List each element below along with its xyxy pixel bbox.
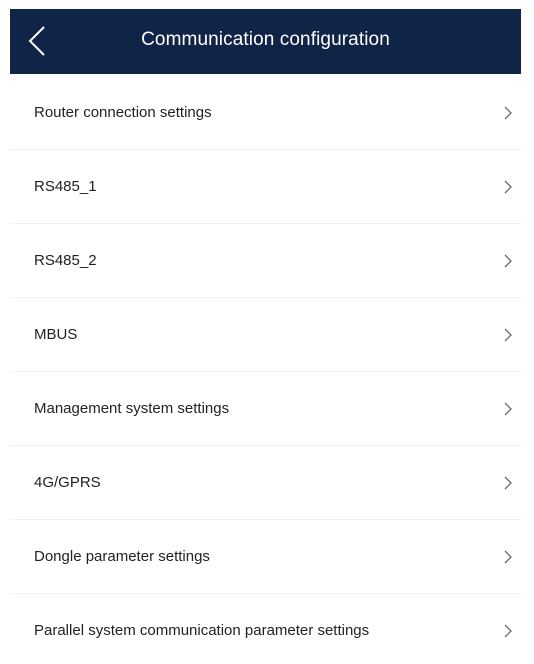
settings-item-rs485-2[interactable]: RS485_2 xyxy=(10,224,521,298)
communication-configuration-screen: Communication configuration Router conne… xyxy=(0,0,534,664)
settings-item-rs485-1[interactable]: RS485_1 xyxy=(10,150,521,224)
settings-item-router-connection[interactable]: Router connection settings xyxy=(10,76,521,150)
chevron-right-icon xyxy=(503,401,513,417)
chevron-right-icon xyxy=(503,475,513,491)
settings-item-label: RS485_1 xyxy=(34,178,97,195)
chevron-right-icon xyxy=(503,623,513,639)
chevron-right-icon xyxy=(503,179,513,195)
settings-item-mbus[interactable]: MBUS xyxy=(10,298,521,372)
app-header: Communication configuration xyxy=(10,9,521,74)
chevron-right-icon xyxy=(503,105,513,121)
settings-item-dongle-parameters[interactable]: Dongle parameter settings xyxy=(10,520,521,594)
settings-item-label: Management system settings xyxy=(34,400,230,417)
settings-list: Router connection settings RS485_1 RS485… xyxy=(10,76,521,664)
settings-item-management-system[interactable]: Management system settings xyxy=(10,372,521,446)
settings-item-label: 4G/GPRS xyxy=(34,474,101,491)
settings-item-label: RS485_2 xyxy=(34,252,97,269)
chevron-right-icon xyxy=(503,253,513,269)
settings-item-label: MBUS xyxy=(34,326,78,343)
page-title: Communication configuration xyxy=(141,29,390,50)
settings-item-label: Parallel system communication parameter … xyxy=(34,622,370,639)
chevron-right-icon xyxy=(503,549,513,565)
settings-item-parallel-system-communication[interactable]: Parallel system communication parameter … xyxy=(10,594,521,664)
chevron-right-icon xyxy=(503,327,513,343)
settings-item-4g-gprs[interactable]: 4G/GPRS xyxy=(10,446,521,520)
settings-item-label: Dongle parameter settings xyxy=(34,548,210,565)
settings-item-label: Router connection settings xyxy=(34,104,212,121)
